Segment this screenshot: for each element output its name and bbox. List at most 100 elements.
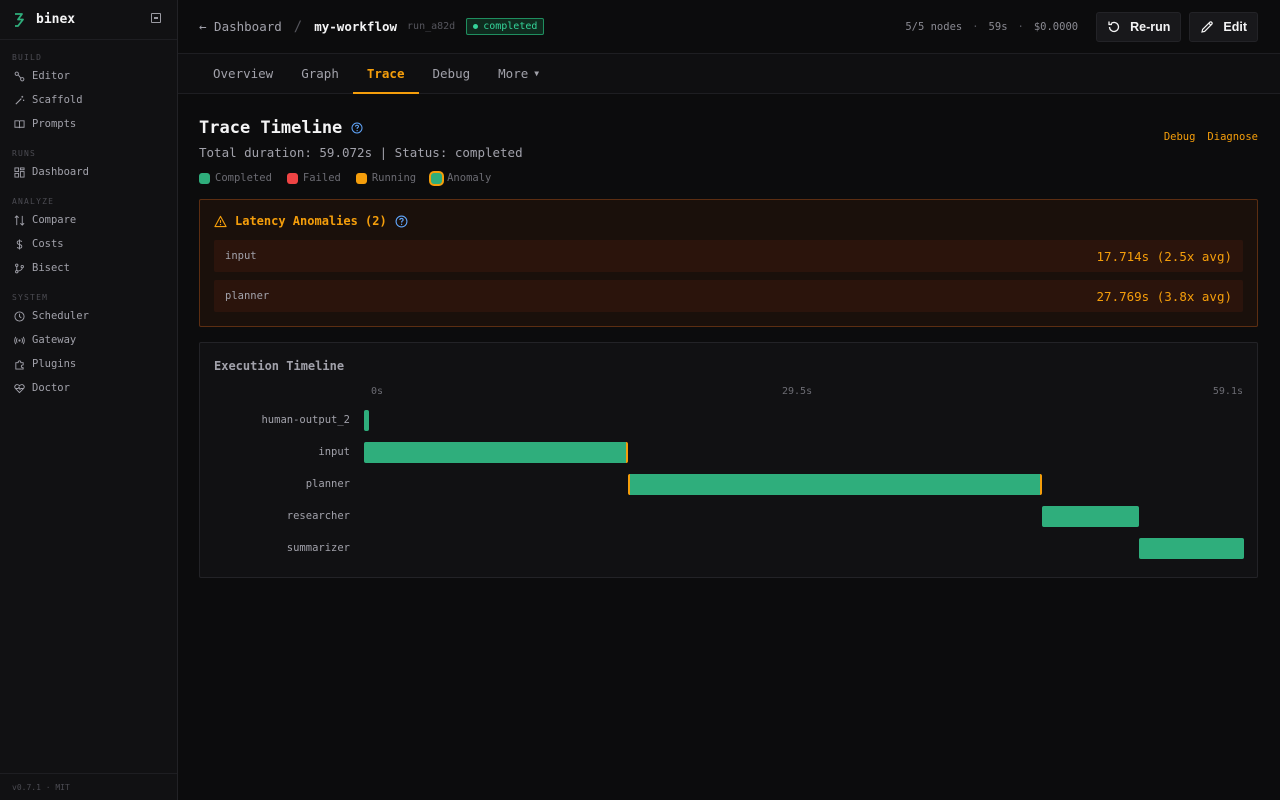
legend-label: Anomaly xyxy=(447,172,492,184)
tab-trace[interactable]: Trace xyxy=(352,54,419,94)
axis-tick-label: 0s xyxy=(371,386,384,397)
clock-icon xyxy=(14,310,25,322)
status-legend: Completed Failed Running Anomaly xyxy=(199,172,1258,184)
timeline-bar-human-output_2[interactable] xyxy=(364,410,370,431)
legend-swatch xyxy=(199,172,210,184)
sidebar-item-label: Compare xyxy=(32,214,77,226)
brand[interactable]: binex xyxy=(0,0,177,40)
anomaly-latency-value: 27.769s (3.8x avg) xyxy=(1096,288,1232,304)
compare-icon xyxy=(14,214,25,226)
sidebar-item-prompts[interactable]: Prompts xyxy=(0,112,177,136)
anomaly-panel-title: Latency Anomalies (2) xyxy=(235,214,387,228)
legend-label: Completed xyxy=(215,172,272,184)
binex-logo-icon xyxy=(15,12,24,27)
legend-item-failed: Failed xyxy=(286,172,341,184)
sidebar-item-label: Doctor xyxy=(32,382,70,394)
sidebar-item-label: Scheduler xyxy=(32,310,89,322)
nav-section-label: RUNS xyxy=(12,149,37,158)
anomaly-panel-header: Latency Anomalies (2) xyxy=(214,214,1243,228)
nav-section-analyze: ANALYZE Compare Costs Bisect xyxy=(0,196,177,280)
timeline-bar-researcher[interactable] xyxy=(1041,506,1139,527)
timeline-bar-summarizer[interactable] xyxy=(1138,538,1244,559)
timeline-row-label: summarizer xyxy=(286,542,350,554)
diagnose-link[interactable]: Diagnose xyxy=(1207,131,1258,143)
caret-down-icon: ▼ xyxy=(534,69,540,78)
legend-item-running: Running xyxy=(355,172,416,184)
sidebar-item-label: Plugins xyxy=(32,358,77,370)
legend-item-anomaly: Anomaly xyxy=(431,172,491,184)
route-icon xyxy=(14,71,25,81)
sidebar-item-label: Bisect xyxy=(32,262,70,274)
legend-swatch xyxy=(286,172,298,184)
sidebar-collapse-icon[interactable] xyxy=(151,13,161,23)
help-circle-icon[interactable] xyxy=(395,215,408,228)
timeline-bar-planner[interactable] xyxy=(627,474,1042,495)
sidebar-item-label: Scaffold xyxy=(32,94,83,106)
status-badge: completed xyxy=(466,18,545,35)
sidebar-item-gateway[interactable]: Gateway xyxy=(0,328,177,352)
rerun-button-label: Re-run xyxy=(1130,19,1171,34)
meta-separator: · xyxy=(1017,20,1024,33)
meta-duration: 59s xyxy=(988,20,1008,33)
trace-content: Trace Timeline Total duration: 59.072s |… xyxy=(178,94,1280,578)
brand-name: binex xyxy=(36,12,76,27)
page-title: Trace Timeline xyxy=(199,118,343,138)
sidebar-item-costs[interactable]: Costs xyxy=(0,232,177,256)
help-circle-icon[interactable] xyxy=(351,122,363,134)
axis-tick-label: 29.5s xyxy=(782,386,813,397)
tab-bar: Overview Graph Trace Debug More ▼ xyxy=(178,54,1280,94)
sidebar-item-scheduler[interactable]: Scheduler xyxy=(0,304,177,328)
tab-graph[interactable]: Graph xyxy=(287,54,353,93)
nav-section-build: BUILD Editor Scaffold Prompts xyxy=(0,52,177,136)
nav-section-label: BUILD xyxy=(12,53,43,62)
edit-button-label: Edit xyxy=(1223,19,1247,34)
nav-section-label: SYSTEM xyxy=(12,293,49,302)
debug-link[interactable]: Debug xyxy=(1164,131,1196,143)
latency-anomalies-panel: Latency Anomalies (2) input 17.714s (2.5… xyxy=(199,199,1258,327)
puzzle-icon xyxy=(15,359,24,370)
anomaly-row[interactable]: input 17.714s (2.5x avg) xyxy=(214,240,1243,272)
run-meta: 5/5 nodes · 59s · $0.0000 xyxy=(905,21,1078,33)
timeline-bar-input[interactable] xyxy=(364,442,628,463)
sidebar-item-label: Dashboard xyxy=(32,166,89,178)
sidebar-item-label: Prompts xyxy=(32,118,77,130)
warning-triangle-icon xyxy=(214,215,227,227)
rerun-button[interactable]: Re-run xyxy=(1096,11,1182,42)
tab-debug[interactable]: Debug xyxy=(419,54,485,93)
edit-button[interactable]: Edit xyxy=(1189,11,1258,42)
anomaly-row[interactable]: planner 27.769s (3.8x avg) xyxy=(214,280,1243,312)
anomaly-node-name: planner xyxy=(225,290,270,302)
sidebar-item-plugins[interactable]: Plugins xyxy=(0,352,177,376)
sidebar-item-doctor[interactable]: Doctor xyxy=(0,376,177,400)
sidebar-item-bisect[interactable]: Bisect xyxy=(0,256,177,280)
sidebar-item-dashboard[interactable]: Dashboard xyxy=(0,160,177,184)
sidebar-item-editor[interactable]: Editor xyxy=(0,64,177,88)
nav-section-label: ANALYZE xyxy=(12,197,55,206)
legend-item-completed: Completed xyxy=(199,172,272,184)
legend-swatch xyxy=(431,172,443,184)
git-branch-icon xyxy=(15,263,24,273)
app-root: binex BUILD Editor Scaffold Prompts RUNS… xyxy=(0,0,1280,800)
pencil-icon xyxy=(1201,20,1214,33)
breadcrumb-workflow-name: my-workflow xyxy=(314,19,398,34)
timeline-title: Execution Timeline xyxy=(214,359,345,373)
anomaly-latency-value: 17.714s (2.5x avg) xyxy=(1096,248,1232,264)
breadcrumb-back-link[interactable]: ← Dashboard xyxy=(199,19,282,34)
tab-more[interactable]: More ▼ xyxy=(484,54,553,93)
execution-timeline-panel: Execution Timeline 0s 29.5s 59.1s human-… xyxy=(199,342,1258,578)
trace-subtitle: Total duration: 59.072s | Status: comple… xyxy=(199,145,523,160)
rotate-ccw-icon xyxy=(1108,21,1120,32)
nav-section-system: SYSTEM Scheduler Gateway Plugins Doctor xyxy=(0,292,177,400)
status-dot-icon xyxy=(473,24,479,29)
sidebar-item-label: Editor xyxy=(32,70,70,82)
sidebar-item-scaffold[interactable]: Scaffold xyxy=(0,88,177,112)
timeline-row-label: researcher xyxy=(286,510,350,522)
book-icon xyxy=(14,119,25,128)
radio-icon xyxy=(14,336,25,344)
sidebar-footer-version: v0.7.1 · MIT xyxy=(0,773,177,800)
axis-tick-label: 59.1s xyxy=(1212,386,1243,397)
sidebar-item-compare[interactable]: Compare xyxy=(0,208,177,232)
tab-overview[interactable]: Overview xyxy=(199,54,287,93)
nav-section-runs: RUNS Dashboard xyxy=(0,148,177,184)
tab-more-label: More xyxy=(498,66,529,81)
